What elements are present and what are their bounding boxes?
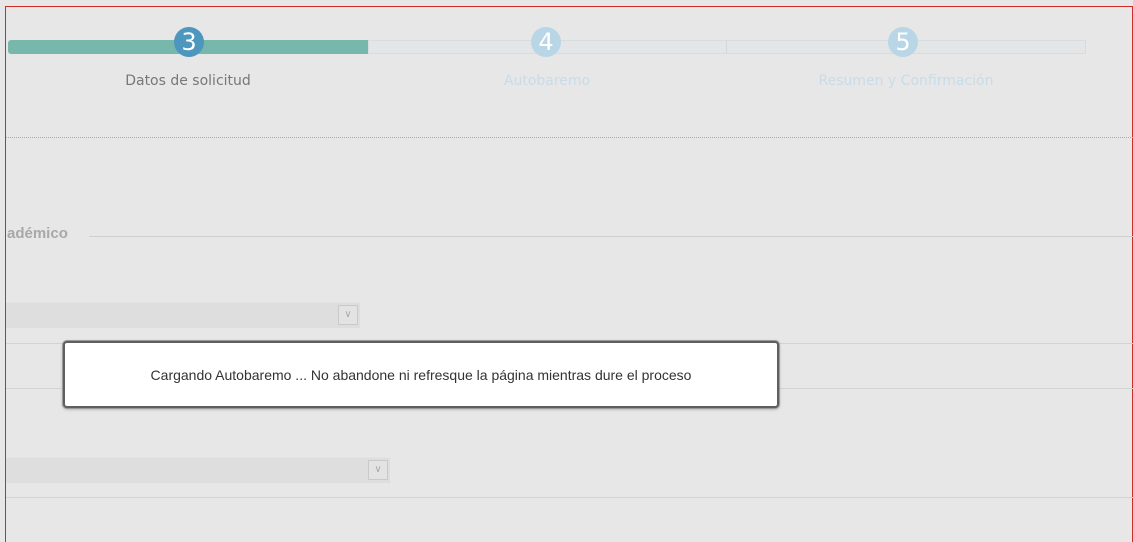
select-field-2[interactable]: ∨ [6,457,390,483]
step-4-label[interactable]: Autobaremo [367,73,727,89]
step-3-number[interactable]: 3 [174,27,204,57]
progress-divider [726,40,727,54]
progress-bar-pending [368,40,1086,54]
select-field-1[interactable]: ∨ [6,302,360,328]
step-5-number[interactable]: 5 [888,27,918,57]
row-divider [6,497,1133,498]
chevron-down-icon[interactable]: ∨ [368,460,388,480]
step-3-label[interactable]: Datos de solicitud [8,73,368,89]
step-5-label[interactable]: Resumen y Confirmación [726,73,1086,89]
section-title-rule [89,236,1133,237]
loading-dialog: Cargando Autobaremo ... No abandone ni r… [63,341,779,408]
step-4-number[interactable]: 4 [531,27,561,57]
section-title: adémico [7,225,68,242]
chevron-down-icon[interactable]: ∨ [338,305,358,325]
loading-message: Cargando Autobaremo ... No abandone ni r… [150,366,692,383]
step-separator [6,137,1133,138]
